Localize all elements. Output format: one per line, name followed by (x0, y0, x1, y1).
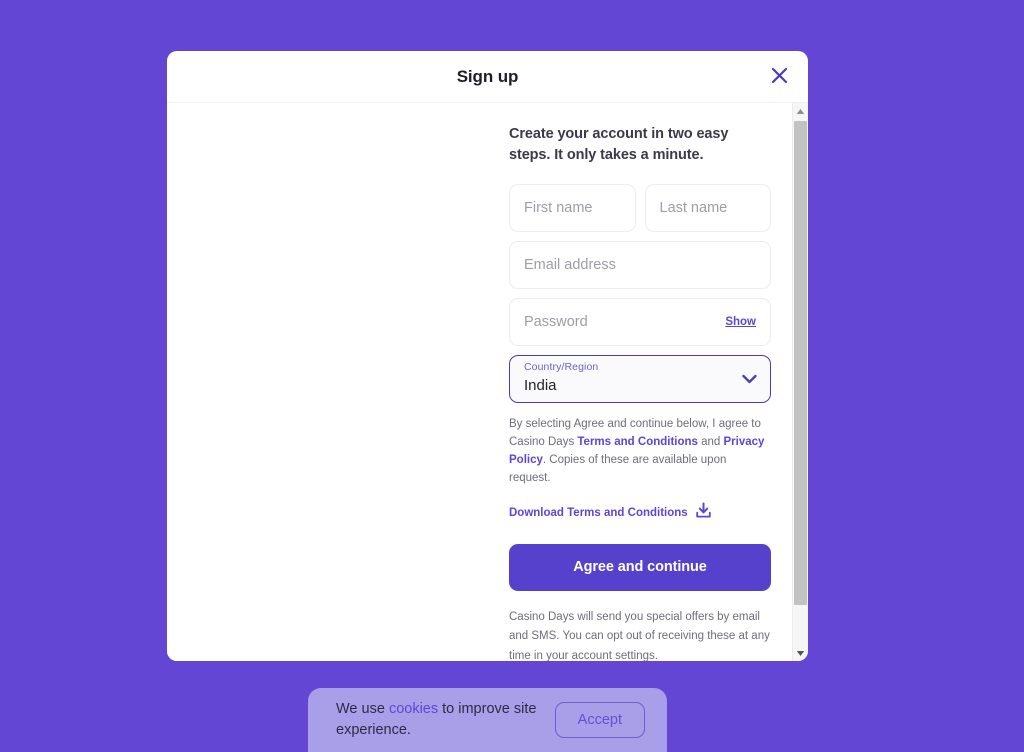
download-terms-row[interactable]: Download Terms and Conditions (509, 502, 771, 524)
modal-left-panel (167, 103, 508, 661)
cookie-text-before: We use (336, 701, 389, 718)
scrollbar-track[interactable] (793, 119, 809, 645)
email-field[interactable] (509, 240, 771, 289)
modal-header: Sign up (167, 51, 808, 103)
close-button[interactable] (764, 62, 794, 92)
name-fields-row (509, 183, 771, 232)
legal-text-part2: and (697, 436, 724, 449)
first-name-field[interactable] (509, 183, 636, 232)
country-region-value: India (524, 376, 557, 394)
cookie-banner-text: We use cookies to improve site experienc… (336, 699, 541, 740)
download-icon[interactable] (695, 502, 712, 524)
legal-disclaimer: By selecting Agree and continue below, I… (509, 415, 771, 488)
agree-and-continue-button[interactable]: Agree and continue (509, 543, 771, 591)
last-name-field[interactable] (644, 183, 771, 232)
page-title: Sign up (456, 66, 519, 86)
email-input[interactable] (524, 241, 756, 288)
signup-modal: Sign up Create your account in two easy … (167, 51, 808, 661)
show-password-toggle[interactable]: Show (725, 316, 756, 328)
terms-and-conditions-link[interactable]: Terms and Conditions (577, 436, 698, 448)
accept-cookies-button[interactable]: Accept (554, 702, 645, 738)
password-field[interactable]: Show (509, 297, 771, 346)
intro-heading: Create your account in two easy steps. I… (509, 126, 729, 164)
modal-scrollbar[interactable] (792, 103, 808, 661)
cookies-link[interactable]: cookies (389, 701, 438, 717)
chevron-down-icon (740, 370, 758, 388)
scrollbar-thumb[interactable] (793, 121, 807, 605)
cookie-consent-banner: We use cookies to improve site experienc… (308, 688, 667, 752)
marketing-offers-disclaimer: Casino Days will send you special offers… (509, 610, 770, 661)
download-terms-link[interactable]: Download Terms and Conditions (509, 507, 688, 519)
scroll-down-arrow-icon[interactable] (793, 645, 809, 661)
first-name-input[interactable] (524, 184, 621, 231)
password-input[interactable] (524, 298, 718, 345)
scroll-up-arrow-icon[interactable] (793, 103, 809, 119)
country-region-label: Country/Region (524, 360, 599, 373)
password-field-row: Show (509, 297, 771, 346)
modal-body: Create your account in two easy steps. I… (167, 103, 808, 661)
signup-form-panel: Create your account in two easy steps. I… (508, 103, 808, 661)
close-icon (770, 66, 789, 88)
country-region-select[interactable]: Country/Region India (509, 354, 771, 403)
last-name-input[interactable] (659, 184, 756, 231)
email-field-row (509, 240, 771, 289)
